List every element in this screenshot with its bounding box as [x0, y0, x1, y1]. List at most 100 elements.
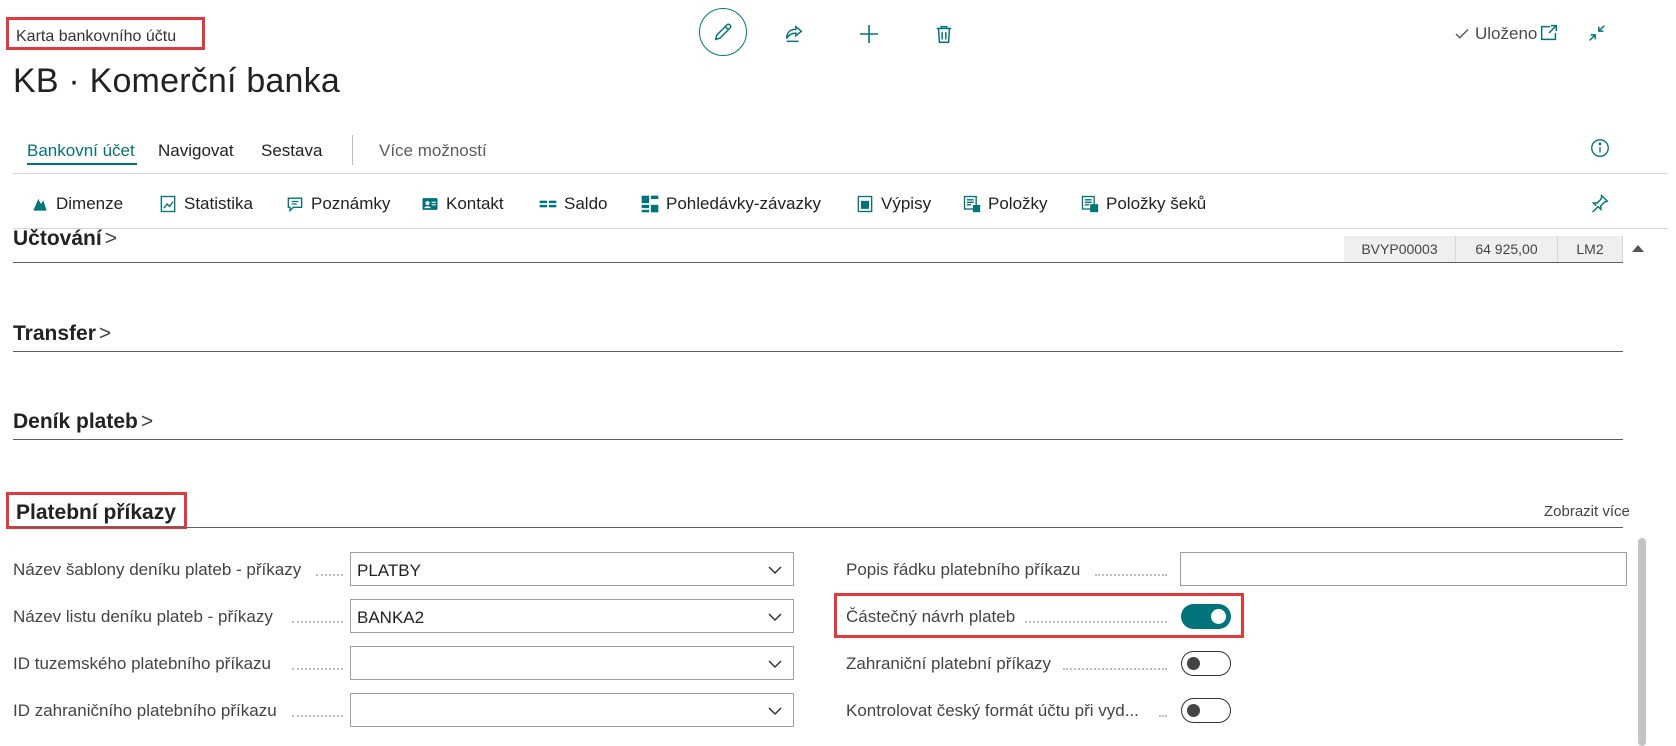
section-title: Účtování: [13, 229, 102, 250]
field-label: Zahraniční platební příkazy: [846, 654, 1052, 673]
chevron-down-icon: [768, 660, 782, 669]
leader-dots: [292, 715, 343, 717]
action-label: Dimenze: [56, 194, 124, 213]
trash-icon: [936, 25, 952, 43]
partial-payment-toggle[interactable]: [1181, 604, 1231, 629]
section-title: Transfer: [13, 322, 96, 345]
tab-report[interactable]: Sestava: [261, 141, 322, 161]
open-new-window-button[interactable]: [1538, 22, 1560, 49]
chevron-down-icon: [768, 707, 782, 716]
action-receivables-payables[interactable]: Pohledávky-závazky: [640, 192, 821, 216]
section-payment-orders-header[interactable]: Platební příkazy: [6, 492, 187, 529]
leader-dots: [316, 574, 343, 576]
leader-dots: [1063, 668, 1167, 670]
section-divider: [13, 439, 1623, 440]
page-title: KB · Komerční banka: [13, 62, 340, 100]
tabs-divider: [13, 173, 1668, 174]
section-transfer-header[interactable]: Transfer >: [13, 322, 111, 346]
journal-template-select[interactable]: PLATBY: [350, 552, 794, 586]
foreign-payment-order-select[interactable]: [350, 693, 794, 727]
action-dimensions[interactable]: Dimenze: [30, 192, 123, 216]
field-label: ID tuzemského platebního příkazu: [13, 654, 271, 673]
select-value: PLATBY: [357, 561, 421, 580]
tab-navigate[interactable]: Navigovat: [158, 141, 234, 161]
table-cell: LM2: [1558, 236, 1623, 262]
payment-order-line-description-input[interactable]: [1180, 552, 1627, 586]
section-divider: [13, 527, 1623, 528]
chevron-down-icon: [768, 566, 782, 575]
action-entries[interactable]: Položky: [962, 192, 1048, 216]
leader-dots: [1159, 715, 1167, 717]
action-label: Poznámky: [311, 194, 391, 213]
leader-dots: [1025, 621, 1167, 623]
collapse-icon: [1589, 25, 1605, 41]
check-entries-icon: [1081, 195, 1099, 213]
plus-icon: [860, 25, 878, 43]
pin-icon: [1591, 194, 1609, 213]
action-label: Pohledávky-závazky: [666, 194, 821, 213]
section-payment-journal-header[interactable]: Deník plateb >: [13, 410, 153, 434]
tab-separator: [352, 135, 353, 165]
leader-dots: [1095, 574, 1167, 576]
edit-button[interactable]: [699, 8, 747, 56]
section-title: Deník plateb: [13, 410, 138, 433]
action-notes[interactable]: Poznámky: [285, 192, 390, 216]
share-button[interactable]: [770, 10, 818, 58]
delete-button[interactable]: [920, 10, 968, 58]
chevron-right-icon: >: [104, 229, 117, 250]
field-label: Kontrolovat český formát účtu při vyd...: [846, 701, 1139, 720]
action-contact[interactable]: Kontakt: [420, 192, 504, 216]
field-label: ID zahraničního platebního příkazu: [13, 701, 277, 720]
action-label: Položky šeků: [1106, 194, 1207, 213]
chevron-right-icon: >: [98, 322, 112, 345]
action-balance[interactable]: Saldo: [538, 192, 607, 216]
journal-batch-select[interactable]: BANKA2: [350, 599, 794, 633]
section-divider: [13, 262, 1623, 263]
saved-status: Uloženo: [1453, 24, 1537, 44]
contact-icon: [422, 198, 438, 210]
section-title: Platební příkazy: [16, 501, 176, 524]
statistics-icon: [160, 195, 176, 213]
checkmark-icon: [1455, 29, 1469, 39]
action-check-entries[interactable]: Položky šeků: [1080, 192, 1206, 216]
show-more-link[interactable]: Zobrazit více: [1544, 503, 1630, 520]
pin-button[interactable]: [1588, 192, 1610, 219]
share-icon: [785, 25, 803, 43]
section-posting-header[interactable]: Účtování >: [13, 229, 213, 259]
dimensions-icon: [33, 199, 47, 211]
info-button[interactable]: [1589, 137, 1611, 164]
actions-divider: [13, 228, 1668, 229]
scroll-up-arrow-icon[interactable]: [1631, 243, 1645, 253]
open-in-new-window-icon: [1540, 24, 1558, 41]
chevron-down-icon: [768, 613, 782, 622]
entries-icon: [963, 195, 981, 213]
collapse-button[interactable]: [1586, 22, 1608, 49]
statements-icon: [857, 195, 873, 213]
breadcrumb: Karta bankovního účtu: [6, 17, 205, 50]
new-button[interactable]: [845, 10, 893, 58]
action-statistics[interactable]: Statistika: [158, 192, 253, 216]
check-czech-account-format-toggle[interactable]: [1181, 698, 1231, 723]
tab-more-options[interactable]: Více možností: [379, 141, 487, 161]
balance-icon: [539, 200, 557, 208]
leader-dots: [292, 668, 343, 670]
saved-label: Uloženo: [1475, 24, 1538, 43]
section-divider: [13, 351, 1623, 352]
field-label: Název listu deníku plateb - příkazy: [13, 607, 273, 626]
action-label: Statistika: [184, 194, 253, 213]
select-value: BANKA2: [357, 608, 425, 627]
scrollbar-thumb[interactable]: [1638, 538, 1646, 746]
field-label: Název šablony deníku plateb - příkazy: [13, 560, 302, 579]
action-statements[interactable]: Výpisy: [855, 192, 931, 216]
notes-icon: [287, 197, 303, 213]
receivables-icon: [641, 195, 659, 213]
table-cell: BVYP00003: [1344, 236, 1456, 262]
field-label: Částečný návrh plateb: [846, 607, 1016, 626]
info-icon: [1591, 139, 1609, 157]
action-label: Kontakt: [446, 194, 504, 213]
domestic-payment-order-select[interactable]: [350, 646, 794, 680]
breadcrumb-label: Karta bankovního účtu: [16, 28, 177, 45]
pencil-icon: [714, 23, 732, 41]
tab-bank-account[interactable]: Bankovní účet: [27, 141, 135, 161]
foreign-payment-orders-toggle[interactable]: [1181, 651, 1231, 676]
